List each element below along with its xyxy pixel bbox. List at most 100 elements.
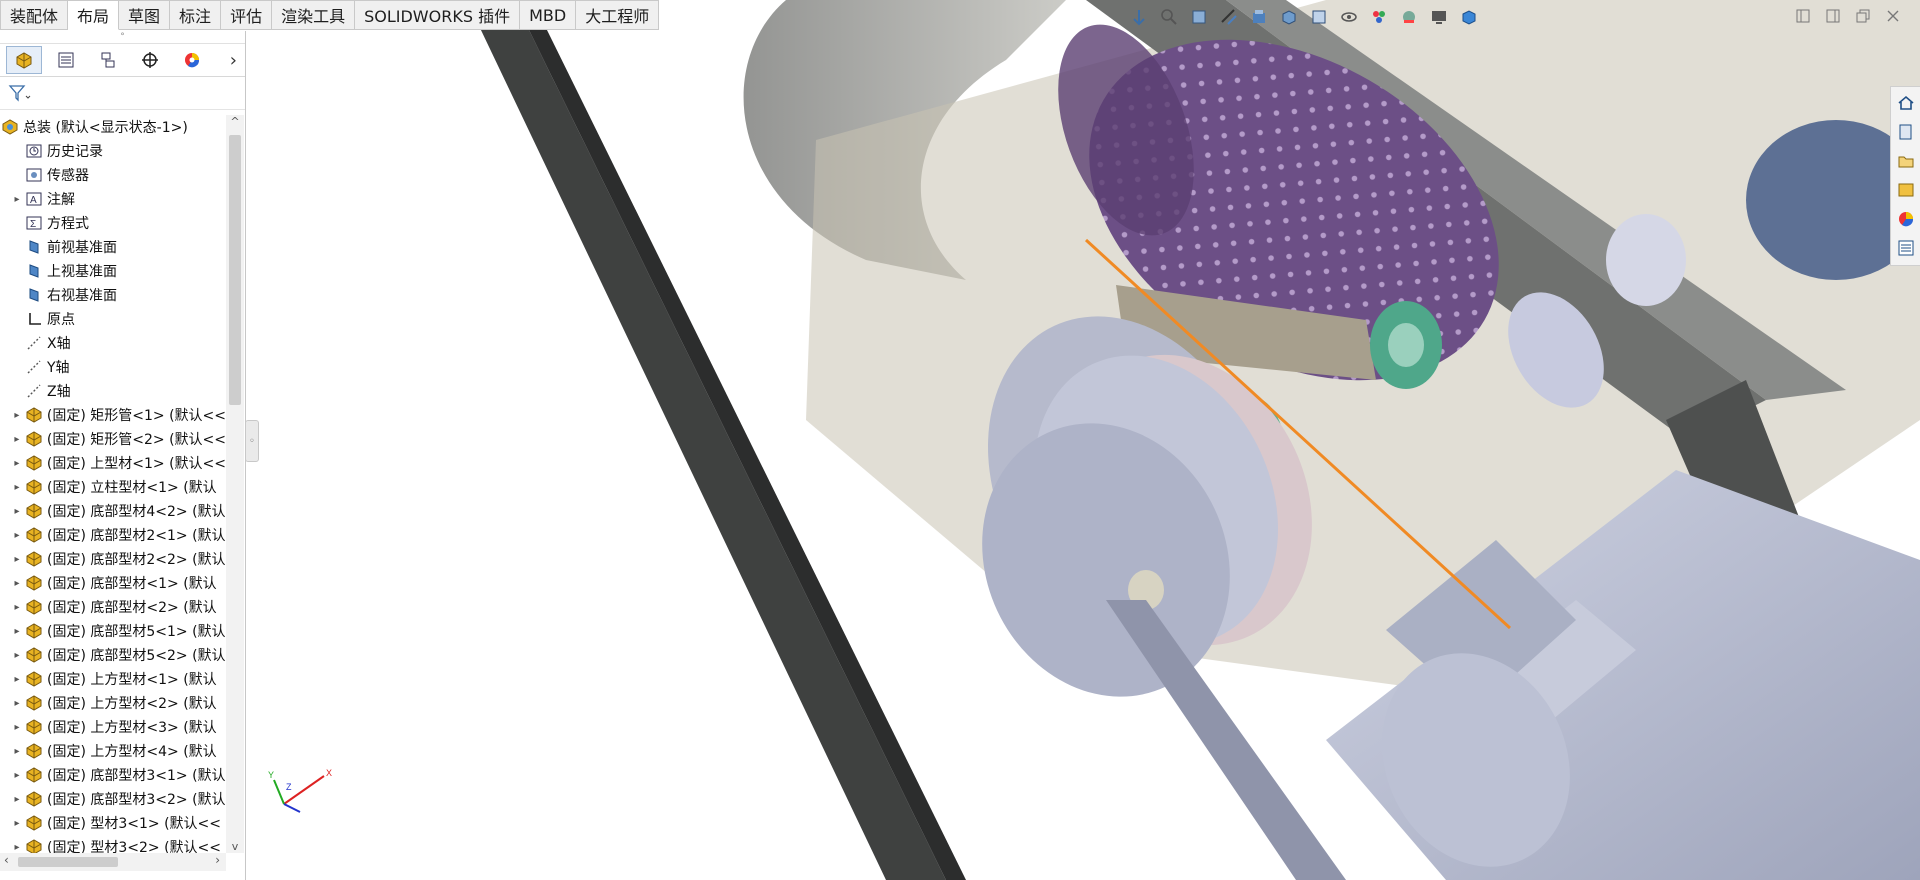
tree-item[interactable]: 前视基准面 bbox=[0, 235, 226, 259]
tab-5[interactable]: 渲染工具 bbox=[272, 0, 356, 30]
scroll-down-icon[interactable]: v bbox=[226, 840, 244, 853]
pane-grip[interactable]: ° bbox=[0, 31, 245, 44]
tree-item[interactable]: ▸ (固定) 型材3<2> (默认<< bbox=[0, 835, 226, 853]
tree-item[interactable]: ▸ (固定) 立柱型材<1> (默认 bbox=[0, 475, 226, 499]
configurationmanager-tab[interactable] bbox=[90, 46, 126, 74]
tree-item[interactable]: ▸ (固定) 上方型材<3> (默认 bbox=[0, 715, 226, 739]
scroll-left-icon[interactable]: ‹ bbox=[4, 853, 9, 867]
tree-item[interactable]: ▸ (固定) 底部型材3<1> (默认 bbox=[0, 763, 226, 787]
expand-arrow-icon[interactable]: ▸ bbox=[10, 410, 24, 421]
scroll-right-icon[interactable]: › bbox=[215, 853, 220, 867]
tab-2[interactable]: 草图 bbox=[119, 0, 171, 30]
tree-item[interactable]: 原点 bbox=[0, 307, 226, 331]
chevron-right-icon[interactable]: › bbox=[230, 50, 237, 71]
dimxpert-tab[interactable] bbox=[132, 46, 168, 74]
file-explorer-icon[interactable] bbox=[1894, 149, 1918, 172]
tree-item[interactable]: ▸ (固定) 型材3<1> (默认<< bbox=[0, 811, 226, 835]
hide-show-items-icon[interactable] bbox=[1336, 5, 1362, 29]
restore-window-icon[interactable] bbox=[1850, 6, 1876, 26]
expand-arrow-icon[interactable]: ▸ bbox=[10, 842, 24, 853]
tree-item[interactable]: 上视基准面 bbox=[0, 259, 226, 283]
tree-item[interactable]: ▸ (固定) 上方型材<1> (默认 bbox=[0, 667, 226, 691]
tree-item[interactable]: ▸ A 注解 bbox=[0, 187, 226, 211]
expand-arrow-icon[interactable]: ▸ bbox=[10, 578, 24, 589]
tree-item[interactable]: 右视基准面 bbox=[0, 283, 226, 307]
expand-arrow-icon[interactable]: ▸ bbox=[10, 650, 24, 661]
tree-vertical-scrollbar[interactable]: ^ v bbox=[226, 115, 244, 853]
tree-item[interactable]: ▸ (固定) 上型材<1> (默认<< bbox=[0, 451, 226, 475]
tree-item[interactable]: ▸ (固定) 矩形管<2> (默认<< bbox=[0, 427, 226, 451]
expand-arrow-icon[interactable]: ▸ bbox=[10, 602, 24, 613]
close-icon[interactable] bbox=[1880, 6, 1906, 26]
graphics-viewport[interactable]: X Y Z bbox=[246, 0, 1920, 880]
tree-item[interactable]: ▸ (固定) 底部型材5<2> (默认 bbox=[0, 643, 226, 667]
tab-4[interactable]: 评估 bbox=[221, 0, 273, 30]
expand-arrow-icon[interactable]: ▸ bbox=[10, 722, 24, 733]
tab-0[interactable]: 装配体 bbox=[0, 0, 69, 30]
tree-item[interactable]: ▸ (固定) 底部型材2<1> (默认 bbox=[0, 523, 226, 547]
tree-item[interactable]: ▸ (固定) 上方型材<4> (默认 bbox=[0, 739, 226, 763]
tab-6[interactable]: SOLIDWORKS 插件 bbox=[355, 0, 521, 30]
tree-item[interactable]: ▸ (固定) 底部型材5<1> (默认 bbox=[0, 619, 226, 643]
propertymanager-tab[interactable] bbox=[48, 46, 84, 74]
tree-item[interactable]: 传感器 bbox=[0, 163, 226, 187]
tab-8[interactable]: 大工程师 bbox=[576, 0, 660, 30]
expand-arrow-icon[interactable]: ▸ bbox=[10, 530, 24, 541]
tree-item[interactable]: Y轴 bbox=[0, 355, 226, 379]
featuremanager-tab[interactable] bbox=[6, 46, 42, 74]
section-view-icon[interactable] bbox=[1216, 5, 1242, 29]
expand-arrow-icon[interactable]: ▸ bbox=[10, 698, 24, 709]
tree-item[interactable]: ▸ (固定) 上方型材<2> (默认 bbox=[0, 691, 226, 715]
view-orientation-icon[interactable] bbox=[1276, 5, 1302, 29]
apply-scene-icon[interactable] bbox=[1396, 5, 1422, 29]
design-library-icon[interactable] bbox=[1894, 120, 1918, 143]
tree-item[interactable]: X轴 bbox=[0, 331, 226, 355]
expand-arrow-icon[interactable]: ▸ bbox=[10, 554, 24, 565]
tree-item[interactable]: Σ 方程式 bbox=[0, 211, 226, 235]
tree-item[interactable]: ▸ (固定) 底部型材<1> (默认 bbox=[0, 571, 226, 595]
tree-item[interactable]: ▸ (固定) 底部型材2<2> (默认 bbox=[0, 547, 226, 571]
view-palette-icon[interactable] bbox=[1894, 178, 1918, 201]
expand-arrow-icon[interactable]: ▸ bbox=[10, 794, 24, 805]
display-manager-tab[interactable] bbox=[174, 46, 210, 74]
tree-item[interactable]: ▸ (固定) 底部型材<2> (默认 bbox=[0, 595, 226, 619]
3d-view-cube-icon[interactable] bbox=[1456, 5, 1482, 29]
zoom-to-area-icon[interactable] bbox=[1156, 5, 1182, 29]
tab-3[interactable]: 标注 bbox=[170, 0, 222, 30]
display-style-icon[interactable] bbox=[1306, 5, 1332, 29]
tree-item[interactable]: 历史记录 bbox=[0, 139, 226, 163]
expand-arrow-icon[interactable]: ▸ bbox=[10, 482, 24, 493]
expand-arrow-icon[interactable]: ▸ bbox=[10, 434, 24, 445]
tree-root-assembly[interactable]: 总装 (默认<显示状态-1>) bbox=[0, 115, 226, 139]
expand-arrow-icon[interactable]: ▸ bbox=[10, 746, 24, 757]
tree-filter[interactable] bbox=[0, 77, 245, 110]
expand-arrow-icon[interactable]: ▸ bbox=[10, 818, 24, 829]
tab-7[interactable]: MBD bbox=[520, 0, 577, 30]
expand-arrow-icon[interactable]: ▸ bbox=[10, 458, 24, 469]
tree-item[interactable]: ▸ (固定) 矩形管<1> (默认<< bbox=[0, 403, 226, 427]
tree-item[interactable]: ▸ (固定) 底部型材3<2> (默认 bbox=[0, 787, 226, 811]
expand-arrow-icon[interactable]: ▸ bbox=[10, 626, 24, 637]
tab-1[interactable]: 布局 bbox=[68, 0, 120, 30]
previous-view-icon[interactable] bbox=[1186, 5, 1212, 29]
pane-collapse-handle[interactable]: ◦ bbox=[245, 420, 259, 462]
tree-item[interactable]: ▸ (固定) 底部型材4<2> (默认 bbox=[0, 499, 226, 523]
expand-arrow-icon[interactable]: ▸ bbox=[10, 674, 24, 685]
zoom-to-fit-icon[interactable] bbox=[1126, 5, 1152, 29]
view-settings-icon[interactable] bbox=[1426, 5, 1452, 29]
scroll-thumb-horizontal[interactable] bbox=[18, 857, 118, 867]
dynamic-annotation-icon[interactable] bbox=[1246, 5, 1272, 29]
scroll-up-icon[interactable]: ^ bbox=[226, 115, 244, 128]
edit-appearance-icon[interactable] bbox=[1366, 5, 1392, 29]
tile-left-icon[interactable] bbox=[1790, 6, 1816, 26]
home-icon[interactable] bbox=[1894, 91, 1918, 114]
tree-horizontal-scrollbar[interactable]: ‹ › bbox=[0, 853, 226, 871]
custom-properties-icon[interactable] bbox=[1894, 236, 1918, 259]
scroll-thumb[interactable] bbox=[229, 135, 241, 405]
expand-arrow-icon[interactable]: ▸ bbox=[10, 506, 24, 517]
expand-arrow-icon[interactable]: ▸ bbox=[10, 770, 24, 781]
tile-right-icon[interactable] bbox=[1820, 6, 1846, 26]
tree-item[interactable]: Z轴 bbox=[0, 379, 226, 403]
appearances-icon[interactable] bbox=[1894, 207, 1918, 230]
expand-arrow-icon[interactable]: ▸ bbox=[10, 194, 24, 205]
